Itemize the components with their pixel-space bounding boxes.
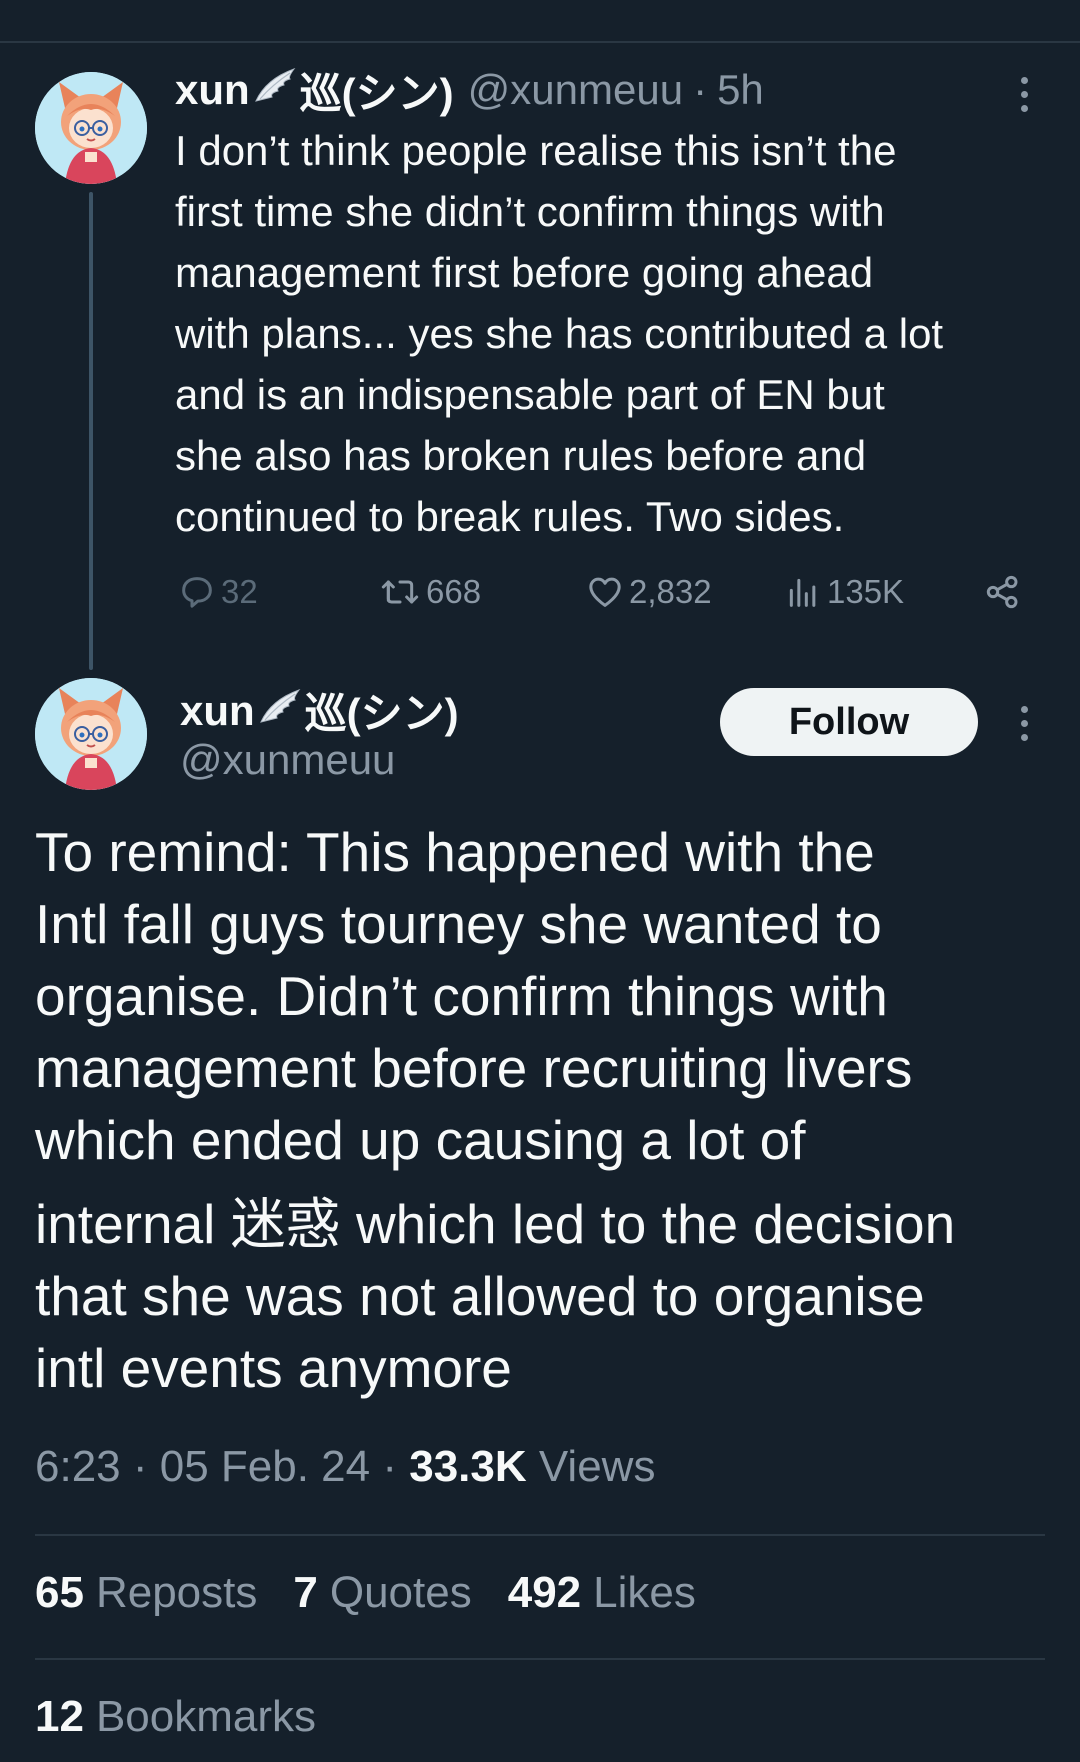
- main-display-name-row[interactable]: xun 巡(シン): [180, 680, 459, 741]
- share-icon: [983, 572, 1023, 612]
- quotes-stat[interactable]: 7 Quotes: [293, 1568, 471, 1618]
- tweet-text-line: To remind: This happened with the: [35, 821, 875, 883]
- share-button[interactable]: [983, 566, 1023, 618]
- follow-button[interactable]: Follow: [720, 688, 978, 756]
- bookmarks-stat[interactable]: 12 Bookmarks: [35, 1692, 316, 1742]
- views-count: 33.3K: [409, 1442, 527, 1491]
- time-ago[interactable]: 5h: [717, 66, 764, 114]
- main-tweet-text: To remind: This happened with the Intl f…: [35, 816, 1055, 1404]
- wing-icon: [252, 65, 298, 115]
- bookmarks-label: Bookmarks: [95, 1692, 317, 1741]
- likes-count: 492: [507, 1568, 582, 1617]
- likes-label: Likes: [593, 1568, 696, 1617]
- tweet-text-line: internal 迷惑 which led to the decision: [35, 1193, 956, 1255]
- bookmarks-count: 12: [35, 1692, 84, 1741]
- avatar[interactable]: [35, 72, 147, 184]
- display-name[interactable]: xun: [180, 687, 255, 735]
- views-icon: [783, 572, 823, 612]
- tweet-text-line: management before recruiting livers: [35, 1037, 913, 1099]
- reposts-stat[interactable]: 65 Reposts: [35, 1568, 257, 1618]
- handle[interactable]: @xunmeuu: [180, 736, 395, 784]
- wing-icon: [257, 686, 303, 736]
- repost-button[interactable]: 668: [378, 566, 481, 618]
- tweet-text-line: which ended up causing a lot of: [35, 1109, 806, 1171]
- reposts-label: Reposts: [95, 1568, 258, 1617]
- quotes-label: Quotes: [329, 1568, 472, 1617]
- top-divider: [0, 41, 1080, 43]
- timestamp[interactable]: 6:23 · 05 Feb. 24 ·: [35, 1442, 409, 1491]
- display-name-suffix[interactable]: 巡(シン): [300, 60, 454, 121]
- reply-button[interactable]: 32: [177, 566, 258, 618]
- parent-tweet-actions: 32 668 2,832 135K: [175, 566, 1035, 618]
- quotes-count: 7: [293, 1568, 318, 1617]
- likes-stat[interactable]: 492 Likes: [508, 1568, 696, 1618]
- parent-tweet-header: xun 巡(シン) @xunmeuu · 5h: [175, 64, 764, 117]
- like-icon: [585, 572, 625, 612]
- repost-count: 668: [426, 573, 482, 610]
- reply-count: 32: [221, 573, 258, 610]
- engagement-stats: 65 Reposts 7 Quotes 492 Likes: [35, 1568, 696, 1618]
- tweet-meta: 6:23 · 05 Feb. 24 · 33.3K Views: [35, 1442, 655, 1492]
- display-name[interactable]: xun: [175, 66, 250, 114]
- more-options-icon[interactable]: [1014, 706, 1034, 741]
- tweet-text-line: organise. Didn’t confirm things with: [35, 965, 888, 1027]
- tweet-text-line: Intl fall guys tourney she wanted to: [35, 893, 882, 955]
- reposts-count: 65: [35, 1568, 84, 1617]
- tweet-text-line: that she was not allowed to organise: [35, 1265, 925, 1327]
- tweet-text-line: intl events anymore: [35, 1337, 512, 1399]
- avatar[interactable]: [35, 678, 147, 790]
- views-button[interactable]: 135K: [783, 566, 904, 618]
- views-label: Views: [538, 1442, 656, 1491]
- divider: [35, 1534, 1045, 1536]
- divider: [35, 1658, 1045, 1660]
- thread-line: [89, 192, 93, 670]
- like-button[interactable]: 2,832: [585, 566, 712, 618]
- reply-icon: [177, 572, 217, 612]
- handle[interactable]: @xunmeuu: [468, 66, 683, 114]
- separator-dot: ·: [693, 66, 708, 113]
- parent-tweet-text: I don’t think people realise this isn’t …: [175, 127, 944, 540]
- views-count: 135K: [827, 573, 905, 610]
- display-name-suffix[interactable]: 巡(シン): [305, 680, 459, 741]
- repost-icon: [378, 572, 422, 612]
- more-options-icon[interactable]: [1014, 77, 1034, 112]
- like-count: 2,832: [629, 573, 712, 610]
